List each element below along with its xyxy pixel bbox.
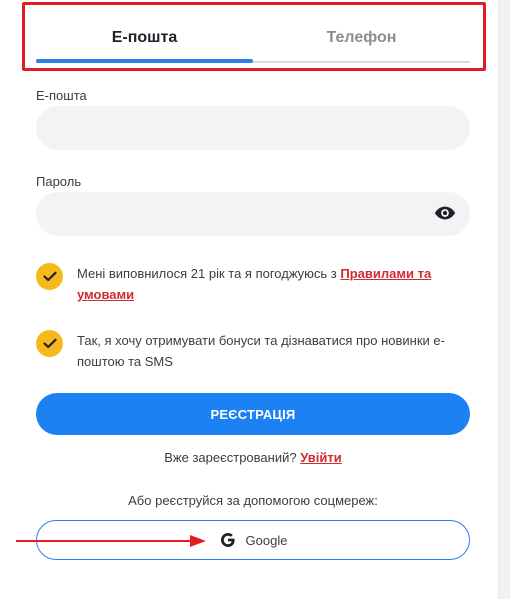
checkmark-icon (42, 338, 57, 349)
social-signup-prompt: Або реєструйся за допомогою соцмереж: (128, 493, 378, 508)
password-label: Пароль (36, 174, 82, 189)
marketing-consent-text: Так, я хочу отримувати бонуси та дізнава… (77, 333, 445, 369)
email-label: Е-пошта (36, 88, 87, 103)
registration-form: Е-пошта Телефон Е-пошта Пароль Мені випо… (0, 0, 498, 599)
annotation-arrow (16, 535, 206, 547)
marketing-checkbox[interactable] (36, 330, 63, 357)
login-prompt-text: Вже зареєстрований? (164, 450, 301, 465)
google-button-label: Google (245, 532, 288, 548)
age-terms-checkbox[interactable] (36, 263, 63, 290)
checkmark-icon (42, 271, 57, 282)
register-button[interactable]: РЕЄСТРАЦІЯ (36, 393, 470, 435)
scrollbar-track[interactable] (498, 0, 510, 599)
password-field[interactable] (36, 192, 470, 236)
login-prompt: Вже зареєстрований? Увійти (36, 450, 470, 465)
eye-icon[interactable] (434, 204, 456, 222)
annotation-highlight-box (22, 2, 486, 71)
email-field[interactable] (36, 106, 470, 150)
age-terms-label: Мені виповнилося 21 рік та я погоджуюсь … (77, 266, 341, 281)
google-g-icon (220, 533, 235, 547)
age-terms-text: Мені виповнилося 21 рік та я погоджуюсь … (77, 263, 477, 305)
login-link[interactable]: Увійти (300, 450, 342, 465)
